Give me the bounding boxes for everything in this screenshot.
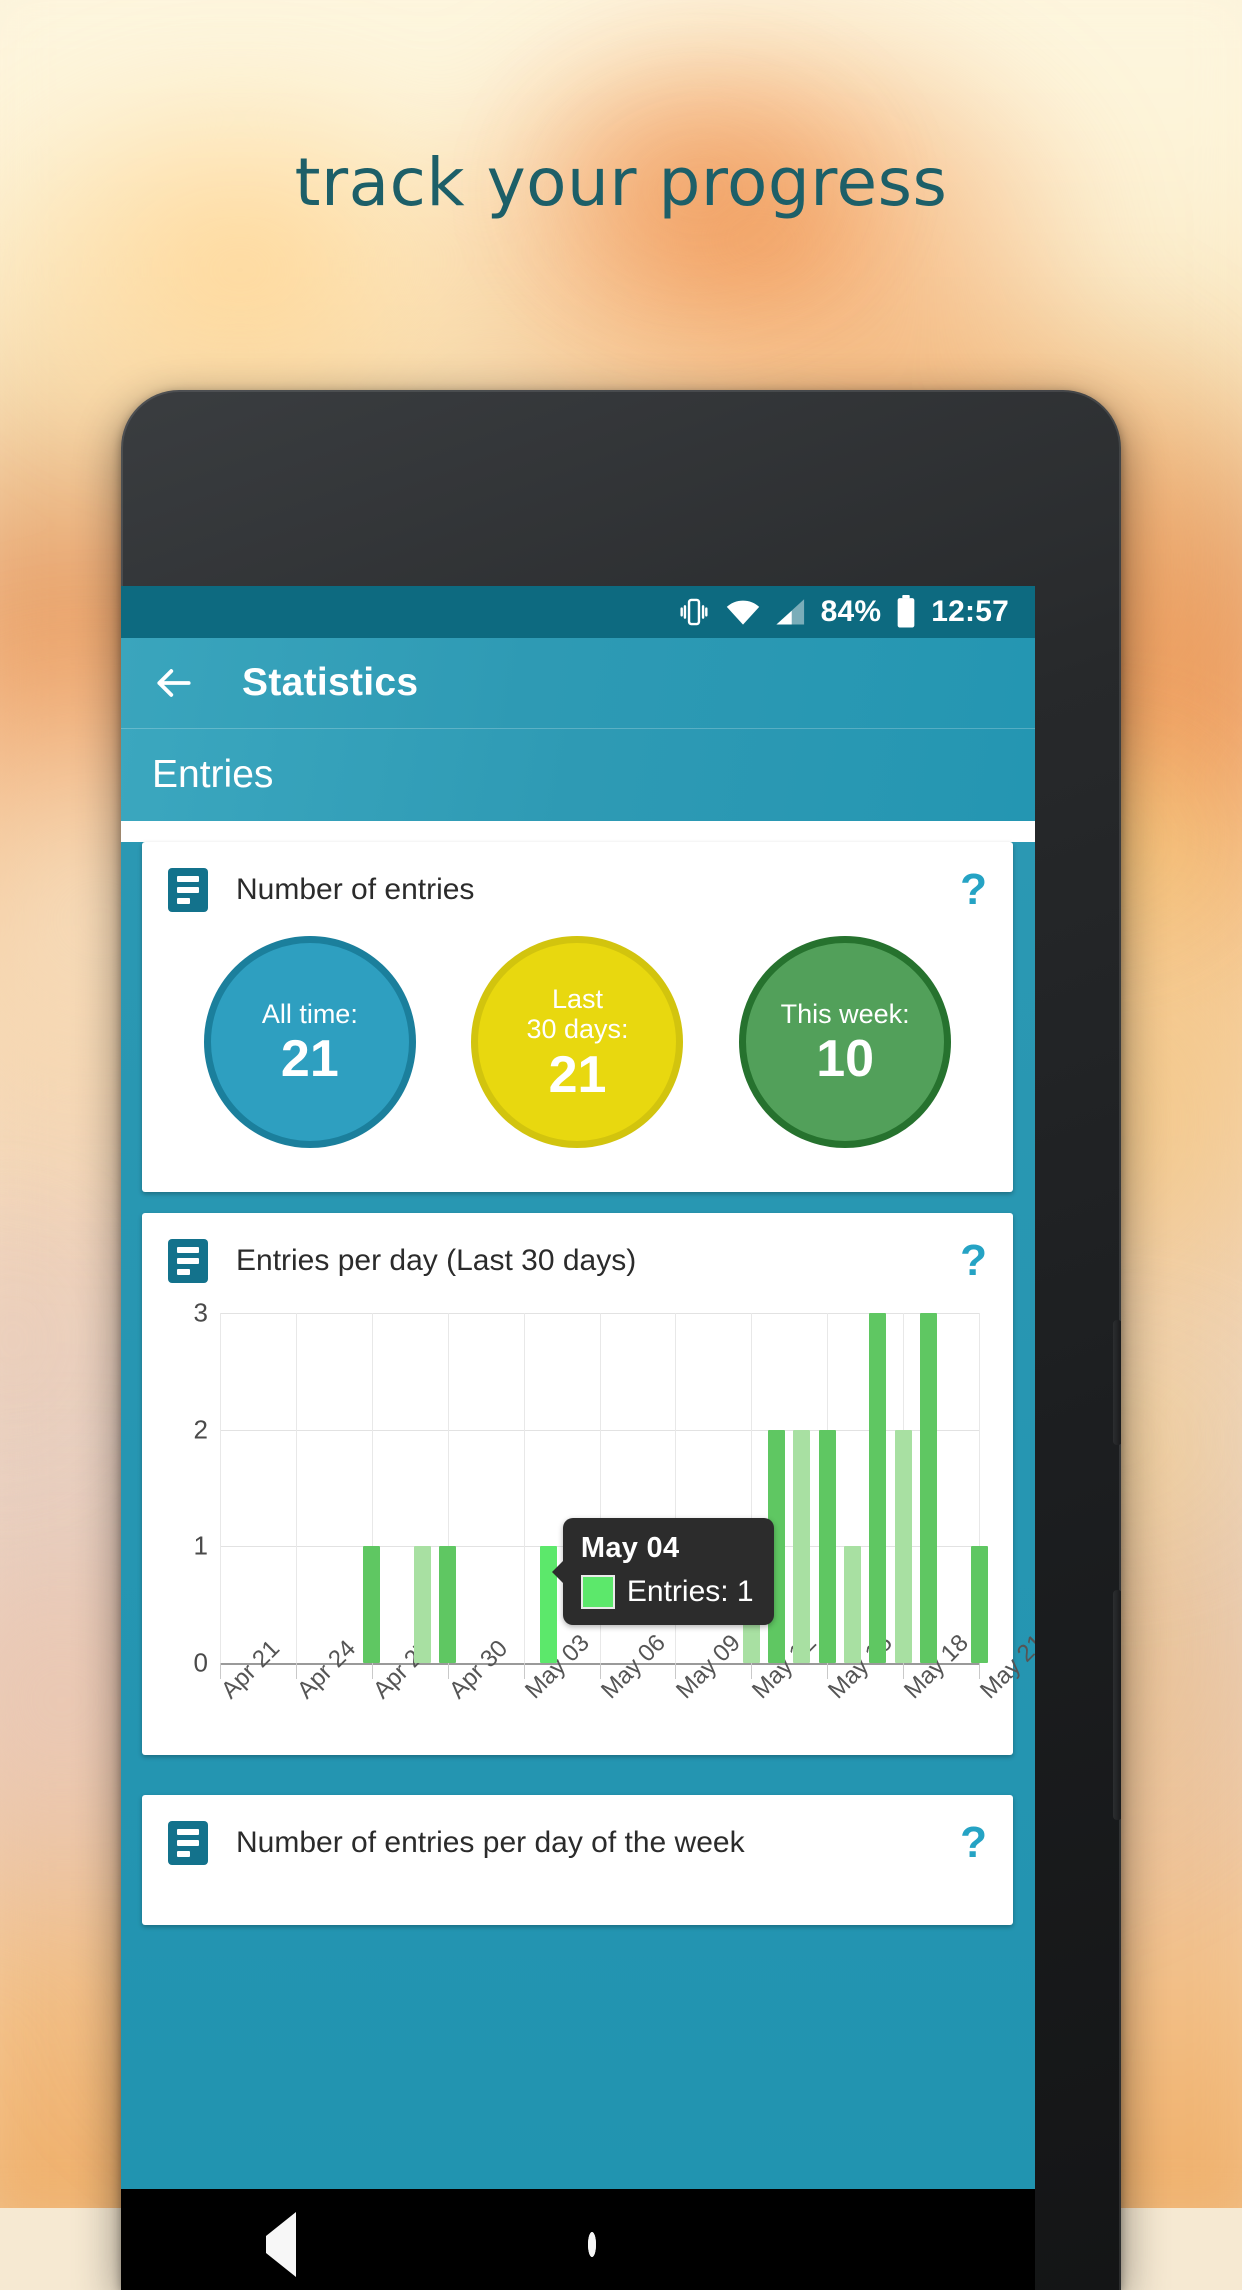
back-arrow-icon[interactable]	[152, 661, 196, 705]
x-axis-tick-mark	[371, 1663, 373, 1679]
android-navigation-bar	[121, 2189, 1035, 2290]
stat-value: 21	[280, 1030, 339, 1089]
chart-tooltip: May 04 Entries: 1	[551, 1518, 774, 1626]
x-axis-label-May-03: May 03	[519, 1629, 595, 1705]
gridline-x-Apr-24	[295, 1313, 297, 1663]
statistics-scroll-area[interactable]: Number of entries ? All time: 21 Last 30…	[121, 842, 1035, 2290]
stat-value: 10	[816, 1030, 875, 1089]
bar-May-16[interactable]	[844, 1546, 861, 1663]
bar-May-17[interactable]	[869, 1313, 887, 1663]
stat-circle-this-week: This week: 10	[739, 936, 952, 1148]
x-axis-tick-mark	[295, 1663, 297, 1679]
bar-Apr-27[interactable]	[363, 1546, 381, 1663]
stat-caption-line2: 30 days:	[526, 1014, 629, 1044]
x-axis-label-May-06: May 06	[595, 1629, 671, 1705]
x-axis-tick-mark	[523, 1663, 525, 1679]
battery-icon	[895, 595, 917, 629]
promo-headline: track your progress	[294, 144, 948, 221]
bar-May-14[interactable]	[793, 1429, 811, 1663]
battery-percent-label: 84%	[820, 595, 882, 628]
help-icon[interactable]: ?	[960, 1821, 987, 1865]
card-title: Number of entries per day of the week	[236, 1826, 745, 1859]
bar-May-19[interactable]	[919, 1313, 937, 1663]
help-icon[interactable]: ?	[960, 868, 987, 912]
nav-back-triangle-icon[interactable]	[266, 2212, 297, 2277]
clock-label: 12:57	[931, 595, 1009, 628]
document-list-icon	[168, 1821, 208, 1865]
card-number-of-entries: Number of entries ? All time: 21 Last 30…	[142, 842, 1013, 1192]
x-axis-tick-mark	[979, 1663, 980, 1679]
nav-home-circle-icon[interactable]	[588, 2232, 597, 2257]
bar-May-21[interactable]	[970, 1546, 988, 1663]
entry-count-circles: All time: 21 Last 30 days: 21 This week:…	[142, 920, 1013, 1192]
stat-circle-all-time: All time: 21	[203, 936, 416, 1148]
y-axis-tick-0: 0	[193, 1647, 208, 1678]
x-axis-tick-mark	[903, 1663, 905, 1679]
signal-icon	[775, 597, 807, 627]
page-title: Statistics	[242, 661, 419, 704]
x-axis-tick-mark	[599, 1663, 601, 1679]
tooltip-arrow	[551, 1560, 564, 1585]
help-icon[interactable]: ?	[960, 1239, 987, 1283]
tooltip-series-row: Entries: 1	[580, 1575, 754, 1610]
vibrate-icon	[677, 595, 711, 629]
tooltip-series-label: Entries: 1	[626, 1575, 754, 1609]
card-header: Number of entries ?	[142, 842, 1013, 920]
stat-value: 21	[548, 1045, 607, 1104]
bar-Apr-30[interactable]	[439, 1546, 457, 1663]
x-axis-label-Apr-21: Apr 21	[216, 1634, 286, 1705]
stat-caption: All time:	[261, 998, 358, 1029]
x-axis-tick-mark	[827, 1663, 829, 1679]
status-bar: 84% 12:57	[121, 586, 1035, 638]
card-header: Number of entries per day of the week ?	[142, 1795, 1013, 1873]
x-axis-label-Apr-24: Apr 24	[291, 1634, 361, 1705]
x-axis-tick-mark	[751, 1663, 753, 1679]
power-button[interactable]	[1113, 1320, 1121, 1445]
phone-mockup: 84% 12:57 Statistics Entries Number of e…	[121, 390, 1121, 2290]
stat-caption-line1: Last	[551, 983, 603, 1014]
wifi-icon	[725, 597, 761, 627]
section-header-entries: Entries	[121, 728, 1035, 821]
card-title: Number of entries	[236, 873, 475, 906]
section-label: Entries	[152, 753, 274, 796]
entries-per-day-chart[interactable]: 0 1 2 3 Apr 21 Apr 24 Apr 27 Apr 30 May 03 May 06…	[162, 1298, 1035, 1755]
gridline-x-Apr-21	[220, 1313, 221, 1663]
card-entries-per-day: Entries per day (Last 30 days) ? 0 1 2 3 Apr…	[142, 1213, 1035, 1755]
x-axis-tick-mark	[220, 1663, 221, 1679]
card-entries-per-weekday: Number of entries per day of the week ?	[142, 1795, 1013, 1925]
y-axis-tick-1: 1	[193, 1530, 208, 1561]
y-axis-tick-2: 2	[193, 1414, 208, 1445]
gridline-x-May-03	[523, 1313, 525, 1663]
app-bar: Statistics	[121, 638, 1035, 728]
x-axis-label-May-09: May 09	[671, 1629, 747, 1705]
bar-Apr-29[interactable]	[413, 1546, 431, 1663]
bar-May-15[interactable]	[818, 1429, 836, 1663]
bar-May-18[interactable]	[894, 1429, 912, 1663]
x-axis-tick-mark	[675, 1663, 677, 1679]
card-title: Entries per day (Last 30 days)	[236, 1244, 637, 1277]
tooltip-color-swatch	[580, 1575, 615, 1610]
card-header: Entries per day (Last 30 days) ?	[142, 1213, 1013, 1291]
volume-button[interactable]	[1113, 1590, 1121, 1820]
tooltip-date: May 04	[580, 1532, 680, 1565]
phone-screen: 84% 12:57 Statistics Entries Number of e…	[121, 586, 1035, 2290]
x-axis-tick-mark	[447, 1663, 449, 1679]
stat-caption: This week:	[780, 998, 910, 1029]
y-axis-tick-3: 3	[193, 1297, 208, 1328]
document-list-icon	[168, 1239, 208, 1283]
document-list-icon	[168, 868, 208, 912]
stat-circle-last-30-days: Last 30 days: 21	[471, 936, 684, 1148]
